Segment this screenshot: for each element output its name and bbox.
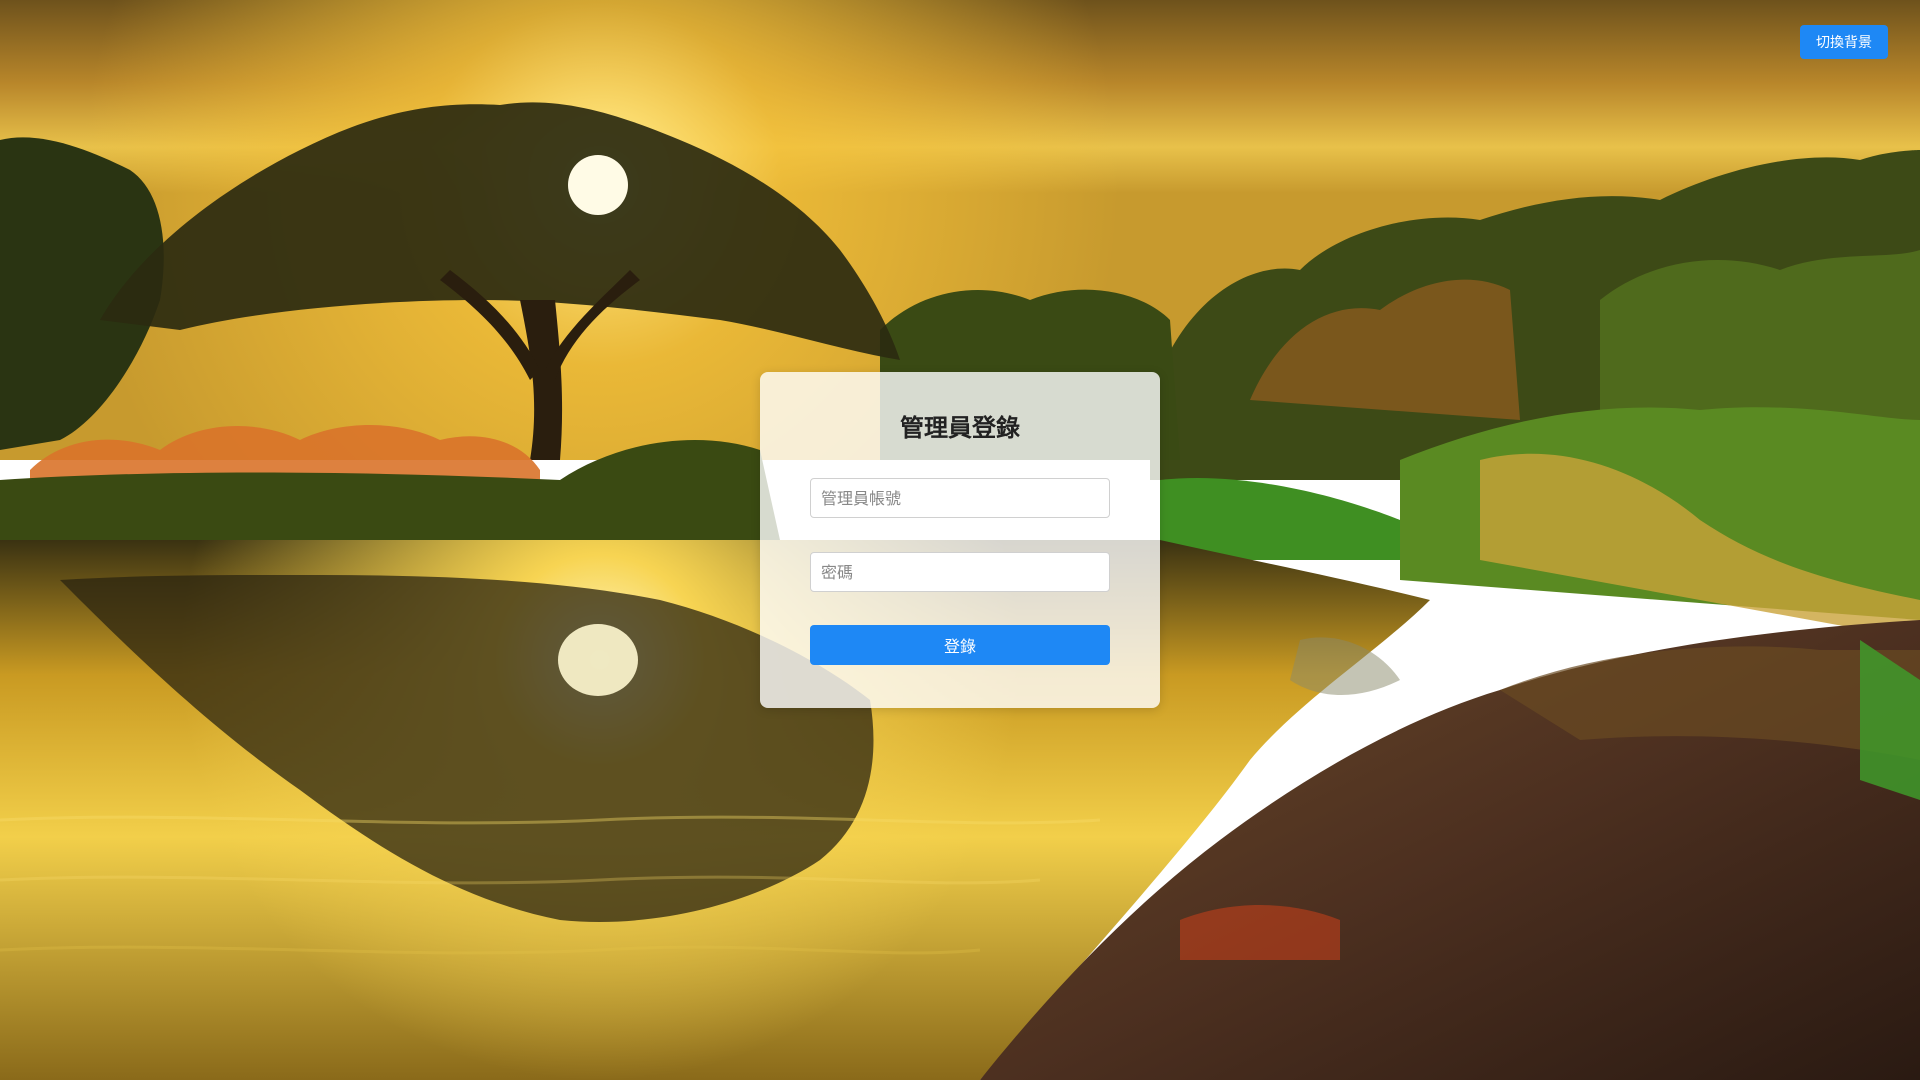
password-input[interactable] (810, 552, 1110, 592)
login-title: 管理員登錄 (900, 414, 1020, 442)
login-button[interactable]: 登錄 (810, 625, 1110, 665)
login-card: 管理員登錄 登錄 (760, 372, 1160, 708)
account-input[interactable] (810, 478, 1110, 518)
switch-background-button[interactable]: 切換背景 (1800, 25, 1888, 59)
